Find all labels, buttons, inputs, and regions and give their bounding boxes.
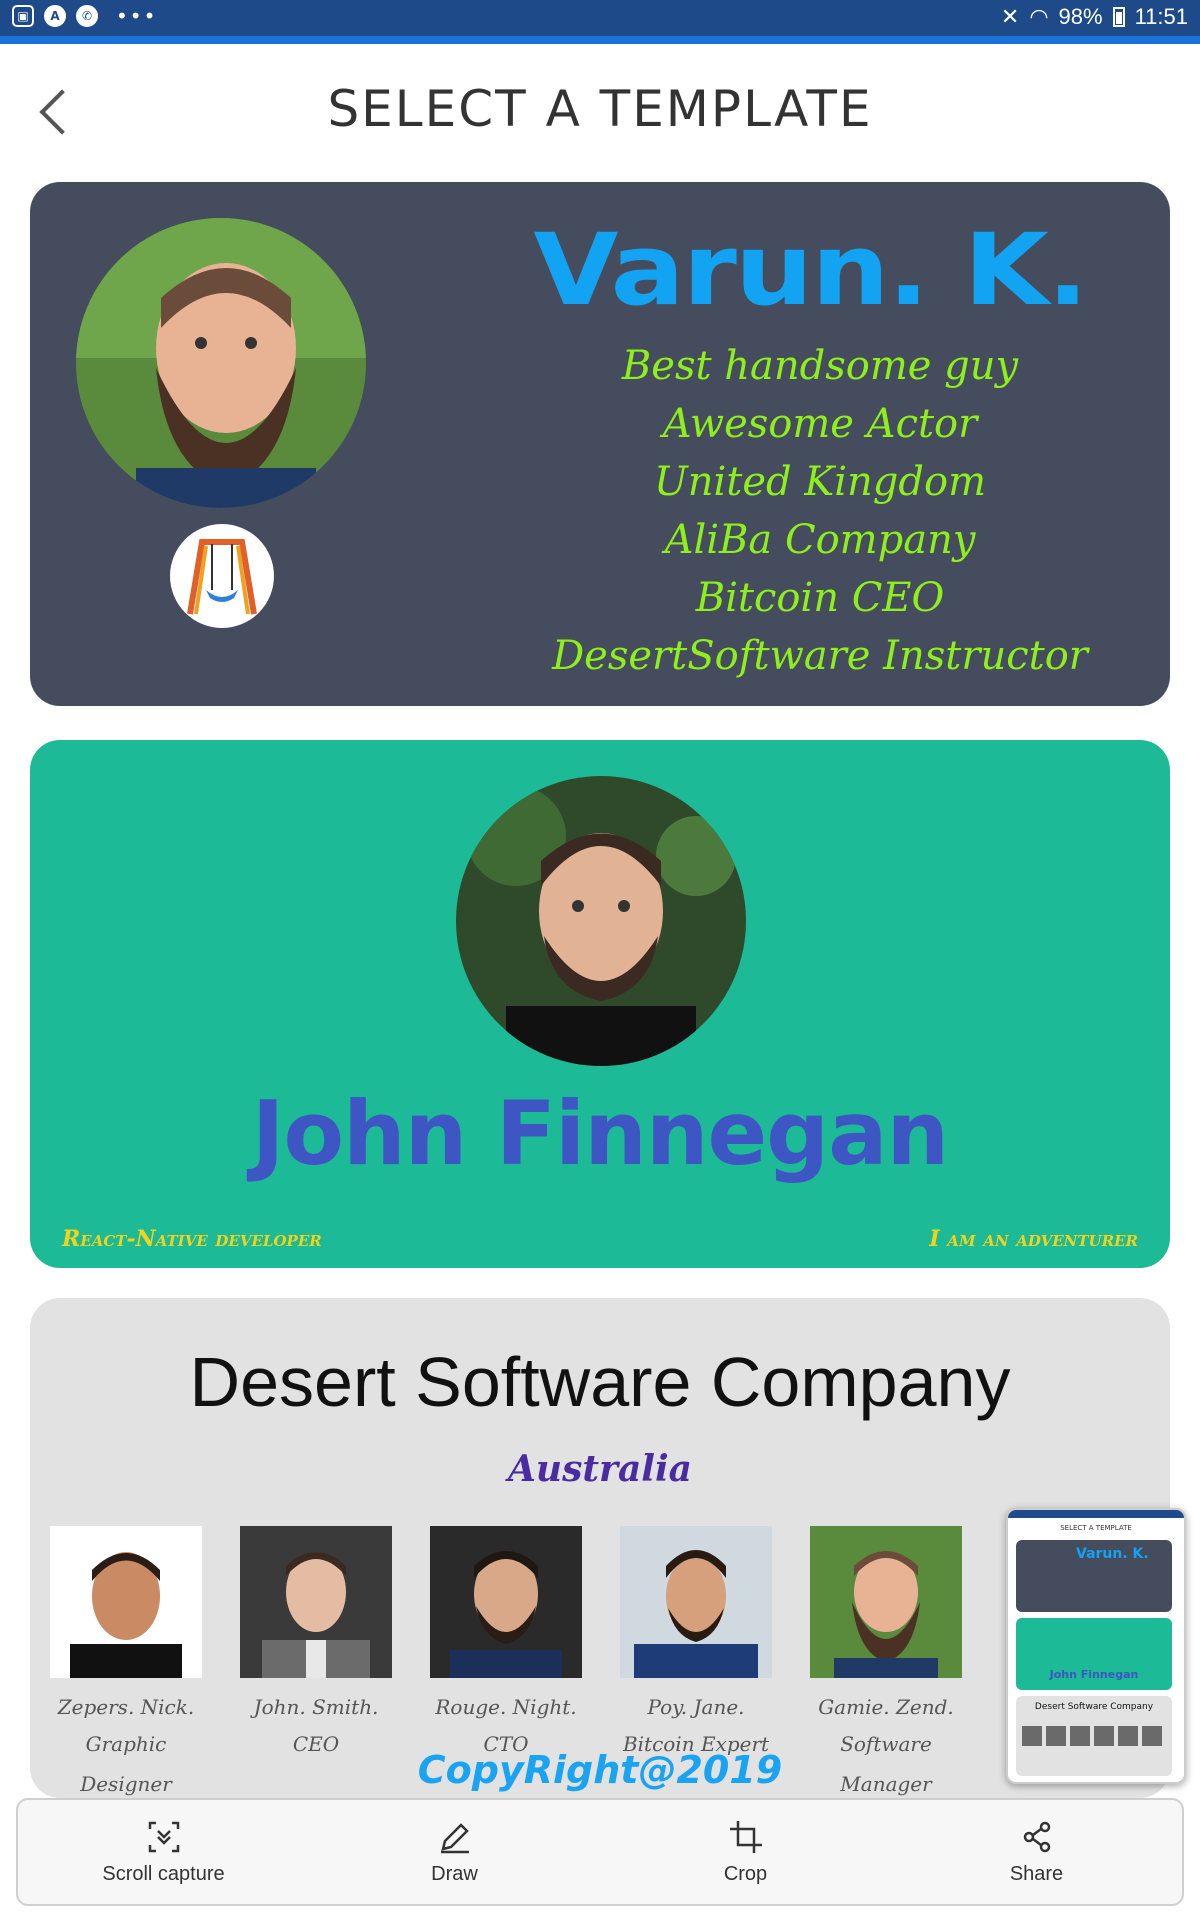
thumbnail-name-1: Varun. K. xyxy=(1076,1546,1149,1562)
clock: 11:51 xyxy=(1134,4,1188,29)
thumbnail-photo xyxy=(1094,1726,1114,1746)
wifi-icon: ◠ xyxy=(1029,4,1049,29)
mute-icon: ✕ xyxy=(1000,4,1020,29)
toolbar-label: Scroll capture xyxy=(102,1862,225,1885)
template3-company: Desert Software Company xyxy=(189,1343,1011,1421)
thumbnail-statusbar xyxy=(1008,1510,1184,1518)
avatar-photo xyxy=(76,218,366,508)
scroll-capture-button[interactable]: Scroll capture xyxy=(18,1800,309,1904)
status-bar: ▣ A ✆ ••• ✕ ◠ 98% 11:51 xyxy=(0,0,1200,44)
status-accent xyxy=(0,36,1200,44)
member-photo xyxy=(810,1526,962,1678)
template-card-1[interactable]: Varun. K. Best handsome guy Awesome Acto… xyxy=(30,182,1170,706)
avatar-man-black-shirt xyxy=(456,776,746,1066)
whatsapp-icon: ✆ xyxy=(76,5,98,27)
status-right: ✕ ◠ 98% 11:51 xyxy=(1001,4,1188,30)
team-member: Rouge. Night. CTO xyxy=(430,1526,582,1764)
member-photo xyxy=(240,1526,392,1678)
avatar-photo xyxy=(456,776,746,1066)
team-member: Zepers. Nick. Graphic Designer xyxy=(50,1526,202,1796)
template2-name: John Finnegan xyxy=(251,1082,949,1185)
thumbnail-title: SELECT A TEMPLATE xyxy=(1060,1524,1132,1532)
scroll-capture-icon xyxy=(148,1821,179,1852)
thumbnail-name-2: John Finnegan xyxy=(1049,1668,1139,1681)
member-photo xyxy=(430,1526,582,1678)
template3-location: Australia xyxy=(508,1448,692,1490)
avatar-bearded-man xyxy=(76,218,366,508)
thumbnail-card-3: Desert Software Company xyxy=(1016,1696,1172,1776)
screenshot-thumbnail[interactable]: SELECT A TEMPLATE Varun. K. John Finnega… xyxy=(1006,1508,1186,1784)
template3-copyright: CopyRight@2019 xyxy=(417,1748,783,1792)
detail-line: Awesome Actor xyxy=(662,401,978,447)
template-card-3[interactable]: Desert Software Company Australia Zepers… xyxy=(30,1298,1170,1798)
page-title: SELECT A TEMPLATE xyxy=(327,80,873,138)
member-name: Rouge. Night. xyxy=(435,1695,577,1719)
member-name: Poy. Jane. xyxy=(647,1695,745,1719)
detail-line: United Kingdom xyxy=(654,459,986,505)
screenshot-toolbar: Scroll capture Draw Crop Share xyxy=(16,1798,1184,1906)
crop-button[interactable]: Crop xyxy=(600,1800,891,1904)
gallery-icon: ▣ xyxy=(12,5,34,27)
battery-icon xyxy=(1112,7,1125,27)
thumbnail-card-2: John Finnegan xyxy=(1016,1618,1172,1690)
app-icon: A xyxy=(44,5,66,27)
member-photo xyxy=(620,1526,772,1678)
thumbnail-card-1: Varun. K. xyxy=(1016,1540,1172,1612)
template1-details: Best handsome guy Awesome Actor United K… xyxy=(470,337,1170,685)
detail-line: Bitcoin CEO xyxy=(695,575,945,621)
thumbnail-photos xyxy=(1022,1726,1162,1746)
member-photo xyxy=(50,1526,202,1678)
team-member: John. Smith. CEO xyxy=(240,1526,392,1764)
team-member: Poy. Jane. Bitcoin Expert xyxy=(620,1526,772,1764)
thumbnail-photo xyxy=(1142,1726,1162,1746)
template1-name: Varun. K. xyxy=(533,212,1088,328)
template2-left-caption: React-Native developer xyxy=(62,1226,322,1252)
team-member: Gamie. Zend. Software Manager xyxy=(810,1526,962,1796)
member-name: Gamie. Zend. xyxy=(818,1695,954,1719)
thumbnail-photo xyxy=(1046,1726,1066,1746)
battery-percent: 98% xyxy=(1058,4,1103,29)
draw-button[interactable]: Draw xyxy=(309,1800,600,1904)
detail-line: Best handsome guy xyxy=(621,343,1019,389)
detail-line: AliBa Company xyxy=(664,517,976,563)
share-icon xyxy=(1023,1821,1050,1852)
member-name: Zepers. Nick. xyxy=(57,1695,195,1719)
thumbnail-company: Desert Software Company xyxy=(1034,1702,1154,1712)
toolbar-label: Crop xyxy=(723,1862,768,1885)
detail-line: DesertSoftware Instructor xyxy=(552,633,1088,679)
pen-icon xyxy=(440,1822,469,1853)
toolbar-label: Draw xyxy=(431,1862,478,1885)
status-left-icons: ▣ A ✆ ••• xyxy=(12,5,157,27)
more-icon: ••• xyxy=(116,4,158,28)
member-name: John. Smith. xyxy=(253,1695,379,1719)
thumbnail-photo xyxy=(1022,1726,1042,1746)
team-row: Zepers. Nick. Graphic Designer John. Smi… xyxy=(50,1526,962,1796)
template-card-2[interactable]: John Finnegan React-Native developer I a… xyxy=(30,740,1170,1268)
swing-icon xyxy=(170,524,274,628)
crop-icon xyxy=(729,1820,762,1853)
share-button[interactable]: Share xyxy=(891,1800,1182,1904)
template2-right-caption: I am an adventurer xyxy=(929,1226,1138,1252)
toolbar-label: Share xyxy=(1009,1862,1064,1885)
thumbnail-photo xyxy=(1070,1726,1090,1746)
thumbnail-photo xyxy=(1118,1726,1138,1746)
